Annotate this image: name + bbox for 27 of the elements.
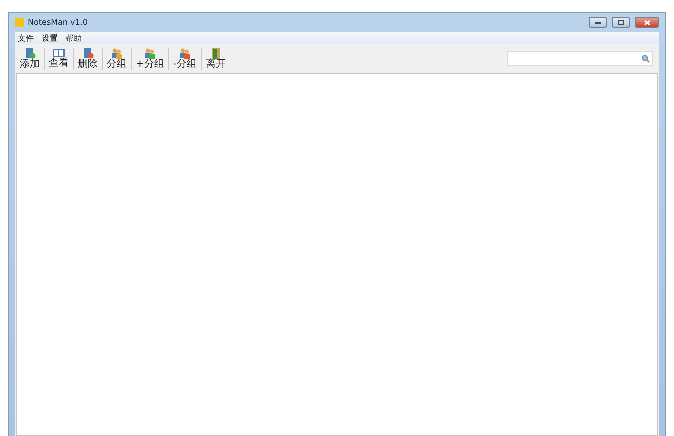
minimize-button[interactable]: [589, 17, 607, 28]
close-icon: [644, 20, 650, 26]
toolbar-button[interactable]: -分组: [170, 46, 200, 70]
users-icon: [111, 48, 123, 58]
menu-item[interactable]: 设置: [42, 32, 58, 44]
search-icon: [642, 54, 650, 62]
notebook-icon: [24, 48, 36, 58]
app-icon: [15, 18, 24, 27]
users-icon: [179, 48, 192, 58]
book-icon: [53, 48, 65, 58]
toolbar-button[interactable]: 查看: [46, 47, 72, 70]
toolbar-button[interactable]: 离开: [203, 46, 229, 70]
users-icon: [144, 48, 156, 58]
menu-item[interactable]: 帮助: [66, 32, 82, 44]
menu-item[interactable]: 文件: [18, 32, 34, 44]
search-field[interactable]: [507, 51, 653, 66]
maximize-button[interactable]: [612, 17, 630, 28]
toolbar-button[interactable]: 添加: [17, 46, 43, 70]
close-button[interactable]: [635, 17, 659, 28]
notebook-icon: [82, 48, 94, 58]
minimize-icon: [595, 22, 601, 24]
toolbar-button[interactable]: 分组: [104, 46, 130, 70]
toolbar-button[interactable]: +分组: [133, 46, 168, 70]
window-title: NotesMan v1.0: [28, 18, 89, 27]
maximize-icon: [618, 20, 624, 25]
door-icon: [210, 48, 222, 58]
toolbar-button[interactable]: 删除: [75, 46, 101, 70]
